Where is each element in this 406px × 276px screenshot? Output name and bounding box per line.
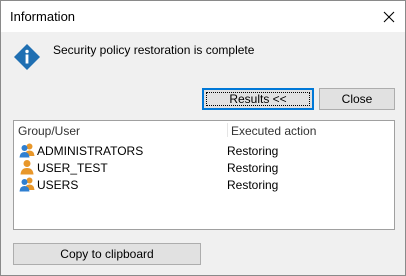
window-title: Information: [10, 9, 76, 24]
user-icon: [20, 160, 34, 175]
copy-button-label: Copy to clipboard: [60, 247, 154, 261]
close-window-button[interactable]: [373, 1, 405, 32]
close-icon: [383, 11, 395, 22]
list-header: Group/User Executed action: [14, 121, 394, 139]
group-icon: [19, 143, 35, 158]
row-action: Restoring: [227, 178, 279, 192]
list-row[interactable]: ADMINISTRATORS Restoring: [14, 142, 394, 159]
row-user-name: USER_TEST: [37, 161, 108, 175]
list-row[interactable]: USER_TEST Restoring: [14, 159, 394, 176]
title-bar: Information: [1, 1, 405, 32]
row-user-name: ADMINISTRATORS: [37, 144, 144, 158]
close-button-label: Close: [341, 92, 373, 106]
results-list[interactable]: Group/User Executed action ADMINISTRATOR…: [13, 120, 395, 230]
close-button[interactable]: Close: [319, 88, 395, 110]
column-divider[interactable]: [227, 123, 228, 137]
results-button[interactable]: Results <<: [202, 88, 314, 110]
row-user-name: USERS: [37, 178, 79, 192]
list-row[interactable]: USERS Restoring: [14, 176, 394, 193]
column-header-group-user[interactable]: Group/User: [18, 124, 80, 138]
row-action: Restoring: [227, 144, 279, 158]
column-header-executed-action[interactable]: Executed action: [231, 124, 316, 138]
message-text: Security policy restoration is complete: [53, 43, 255, 57]
copy-to-clipboard-button[interactable]: Copy to clipboard: [13, 243, 201, 265]
info-icon: [14, 44, 40, 70]
row-action: Restoring: [227, 161, 279, 175]
group-icon: [19, 177, 35, 192]
information-dialog: Information Security policy restoration …: [0, 0, 406, 276]
